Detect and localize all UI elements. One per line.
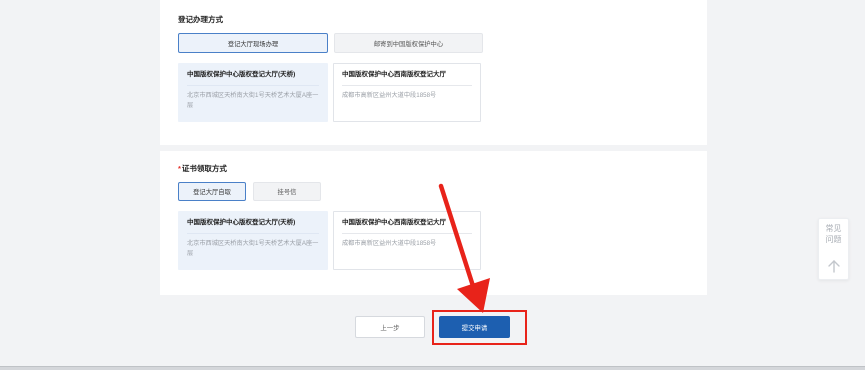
- option-onsite-hall[interactable]: 登记大厅现场办理: [178, 33, 328, 53]
- section-title: 证书领取方式: [181, 164, 227, 173]
- hall-address: 北京市西城区天桥南大街1号天桥艺术大厦A座一层: [187, 240, 319, 257]
- option-mail-to-center[interactable]: 邮寄到中国版权保护中心: [334, 33, 483, 53]
- help-label-line: 问题: [825, 234, 842, 244]
- hall-address: 北京市西城区天桥南大街1号天桥艺术大厦A座一层: [187, 92, 319, 109]
- page-footer-edge: [0, 366, 865, 370]
- option-hall-pickup[interactable]: 登记大厅自取: [178, 182, 246, 201]
- help-label: 常见 问题: [819, 224, 848, 245]
- hall-name: 中国版权保护中心西南版权登记大厅: [342, 70, 472, 86]
- prev-step-button[interactable]: 上一步: [355, 316, 425, 338]
- hall-card-tianqiao[interactable]: 中国版权保护中心版权登记大厅(天桥) 北京市西城区天桥南大街1号天桥艺术大厦A座…: [178, 63, 328, 122]
- hall-name: 中国版权保护中心版权登记大厅(天桥): [187, 70, 319, 86]
- hall-card-southwest[interactable]: 中国版权保护中心西南版权登记大厅 成都市高新区益州大道中段1858号: [333, 211, 481, 270]
- section-title: 登记办理方式: [178, 15, 223, 24]
- hall-card-southwest[interactable]: 中国版权保护中心西南版权登记大厅 成都市高新区益州大道中段1858号: [333, 63, 481, 122]
- required-asterisk: *: [178, 164, 181, 173]
- help-widget[interactable]: 常见 问题: [818, 218, 849, 280]
- hall-address: 成都市高新区益州大道中段1858号: [342, 92, 437, 99]
- hall-address: 成都市高新区益州大道中段1858号: [342, 240, 437, 247]
- option-registered-mail[interactable]: 挂号信: [253, 182, 321, 201]
- registration-method-section: 登记办理方式 登记大厅现场办理 邮寄到中国版权保护中心 中国版权保护中心版权登记…: [160, 0, 707, 145]
- arrow-up-icon[interactable]: [827, 259, 841, 273]
- submit-application-button[interactable]: 提交申请: [439, 316, 510, 338]
- certificate-method-section: *证书领取方式 登记大厅自取 挂号信 中国版权保护中心版权登记大厅(天桥) 北京…: [160, 151, 707, 295]
- hall-card-tianqiao[interactable]: 中国版权保护中心版权登记大厅(天桥) 北京市西城区天桥南大街1号天桥艺术大厦A座…: [178, 211, 328, 270]
- hall-name: 中国版权保护中心版权登记大厅(天桥): [187, 218, 319, 234]
- section-title-row: *证书领取方式: [178, 163, 227, 174]
- help-label-line: 常见: [825, 224, 842, 233]
- hall-name: 中国版权保护中心西南版权登记大厅: [342, 218, 472, 234]
